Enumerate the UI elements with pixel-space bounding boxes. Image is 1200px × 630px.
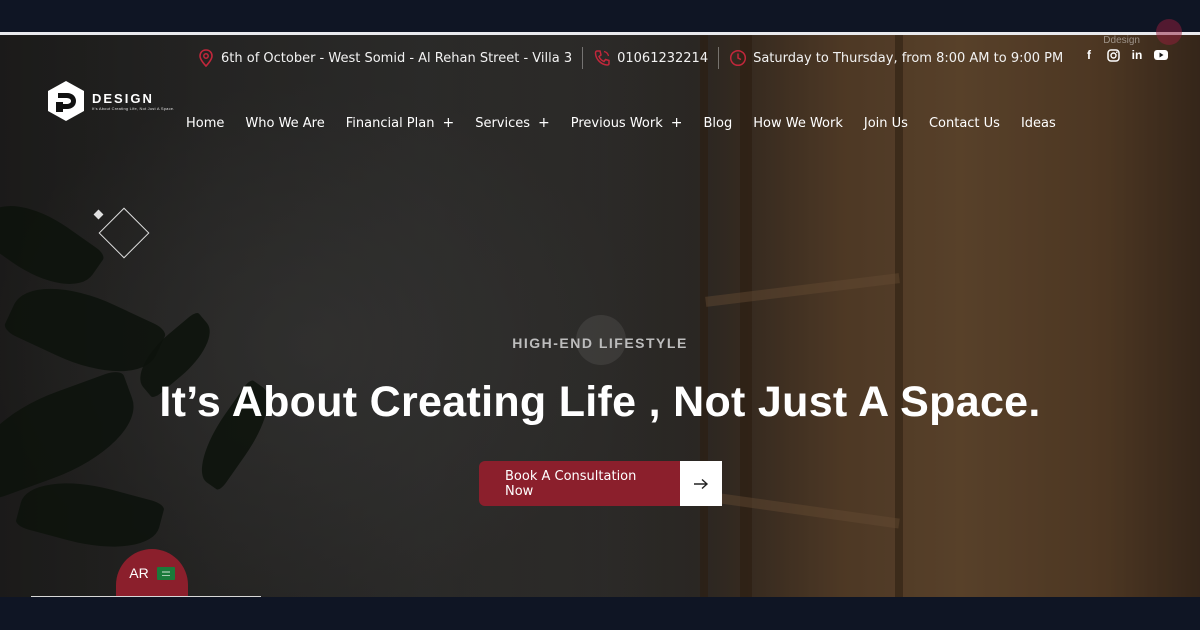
browser-top-frame	[0, 0, 1200, 32]
nav-label: Blog	[703, 115, 733, 131]
phone-text[interactable]: 01061232214	[617, 51, 708, 66]
logo-tagline: It's About Creating Life, Not Just A Spa…	[92, 106, 175, 111]
hero-headline: It’s About Creating Life , Not Just A Sp…	[159, 378, 1041, 426]
nav-item-financial-plan[interactable]: Financial Plan +	[346, 115, 454, 131]
divider	[718, 47, 720, 69]
facebook-icon[interactable]: f	[1082, 48, 1096, 62]
logo-text: DESIGN It's About Creating Life, Not Jus…	[92, 91, 175, 111]
phone-icon	[593, 49, 611, 67]
ghost-circle	[1156, 19, 1182, 45]
instagram-icon[interactable]	[1106, 48, 1120, 62]
divider	[582, 47, 584, 69]
browser-bottom-frame	[0, 597, 1200, 630]
saudi-flag-icon	[156, 566, 175, 580]
nav-item-previous-work[interactable]: Previous Work +	[571, 115, 683, 131]
expand-plus-icon: +	[670, 115, 683, 131]
nav-item-who-we-are[interactable]: Who We Are	[245, 115, 324, 131]
logo-word: DESIGN	[92, 91, 154, 106]
social-links: f in	[1082, 48, 1168, 62]
youtube-icon[interactable]	[1154, 48, 1168, 62]
brand-logo[interactable]: DESIGN It's About Creating Life, Not Jus…	[46, 80, 175, 122]
contact-info: 6th of October - West Somid - Al Rehan S…	[197, 47, 1063, 69]
nav-label: Who We Are	[245, 115, 325, 131]
book-consultation-button[interactable]: Book A Consultation Now	[479, 461, 722, 506]
language-label: AR	[129, 565, 149, 581]
nav-item-home[interactable]: Home	[186, 115, 224, 131]
cta-label: Book A Consultation Now	[479, 461, 680, 506]
hero-eyebrow: HIGH-END LIFESTYLE	[512, 335, 688, 351]
nav-label: Previous Work	[570, 115, 663, 131]
nav-label: Financial Plan	[345, 115, 435, 131]
expand-plus-icon: +	[538, 115, 550, 131]
expand-plus-icon: +	[442, 115, 455, 131]
nav-label: Join Us	[863, 115, 908, 131]
nav-label: Services	[475, 115, 531, 131]
nav-item-contact-us[interactable]: Contact Us	[929, 115, 1000, 131]
nav-item-blog[interactable]: Blog	[704, 115, 733, 131]
nav-label: Ideas	[1020, 115, 1056, 131]
clock-icon	[729, 49, 747, 67]
linkedin-icon[interactable]: in	[1130, 48, 1144, 62]
nav-item-services[interactable]: Services +	[475, 115, 550, 131]
nav-item-join-us[interactable]: Join Us	[864, 115, 908, 131]
main-nav: Home Who We Are Financial Plan + Services…	[186, 115, 1077, 131]
nav-label: Contact Us	[928, 115, 1000, 131]
nav-label: How We Work	[753, 115, 843, 131]
hours-text: Saturday to Thursday, from 8:00 AM to 9:…	[753, 50, 1064, 66]
address-text[interactable]: 6th of October - West Somid - Al Rehan S…	[221, 51, 572, 66]
location-pin-icon	[197, 49, 215, 67]
ghost-label: Ddesign	[1103, 35, 1140, 46]
nav-item-ideas[interactable]: Ideas	[1021, 115, 1056, 131]
nav-label: Home	[186, 115, 225, 131]
logo-mark-icon	[48, 81, 84, 121]
top-info-bar: Ddesign 6th of October - West Somid - Al…	[0, 19, 1200, 77]
arrow-right-icon	[680, 461, 722, 506]
nav-item-how-we-work[interactable]: How We Work	[753, 115, 843, 131]
